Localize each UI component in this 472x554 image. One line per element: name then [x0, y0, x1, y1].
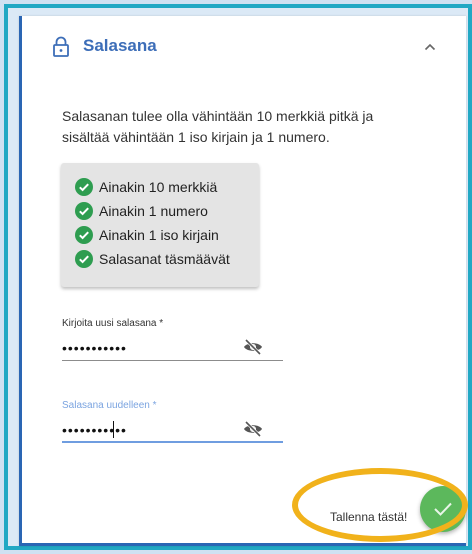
check-circle-icon: [75, 202, 93, 220]
check-circle-icon: [75, 178, 93, 196]
requirement-label: Ainakin 1 numero: [99, 203, 208, 219]
check-circle-icon: [75, 250, 93, 268]
check-circle-icon: [75, 226, 93, 244]
requirement-item: Ainakin 1 iso kirjain: [75, 225, 219, 245]
requirement-item: Salasanat täsmäävät: [75, 249, 230, 269]
requirement-item: Ainakin 1 numero: [75, 201, 208, 221]
section-title: Salasana: [83, 36, 157, 55]
eye-off-icon[interactable]: [243, 339, 263, 355]
requirement-item: Ainakin 10 merkkiä: [75, 177, 217, 197]
text-caret: [113, 421, 114, 438]
lock-icon: [53, 36, 69, 57]
requirements-box: Ainakin 10 merkkiä Ainakin 1 numero Aina…: [61, 163, 259, 287]
new-password-underline: [62, 360, 283, 361]
requirement-label: Salasanat täsmäävät: [99, 251, 230, 267]
save-label: Tallenna tästä!: [330, 510, 408, 524]
confirm-password-underline: [62, 441, 283, 443]
check-icon: [434, 502, 452, 516]
eye-off-icon[interactable]: [243, 421, 263, 437]
requirement-label: Ainakin 10 merkkiä: [99, 179, 218, 195]
new-password-label: Kirjoita uusi salasana *: [62, 318, 164, 329]
confirm-password-label: Salasana uudelleen *: [62, 400, 157, 411]
password-rules-text: Salasanan tulee olla vähintään 10 merkki…: [62, 108, 374, 145]
section-header[interactable]: Salasana: [22, 16, 466, 78]
password-panel: Salasana Salasanan tulee olla vähintään …: [19, 16, 466, 546]
save-button[interactable]: [420, 486, 466, 532]
chevron-up-icon[interactable]: [424, 43, 436, 51]
requirement-label: Ainakin 1 iso kirjain: [99, 227, 219, 243]
